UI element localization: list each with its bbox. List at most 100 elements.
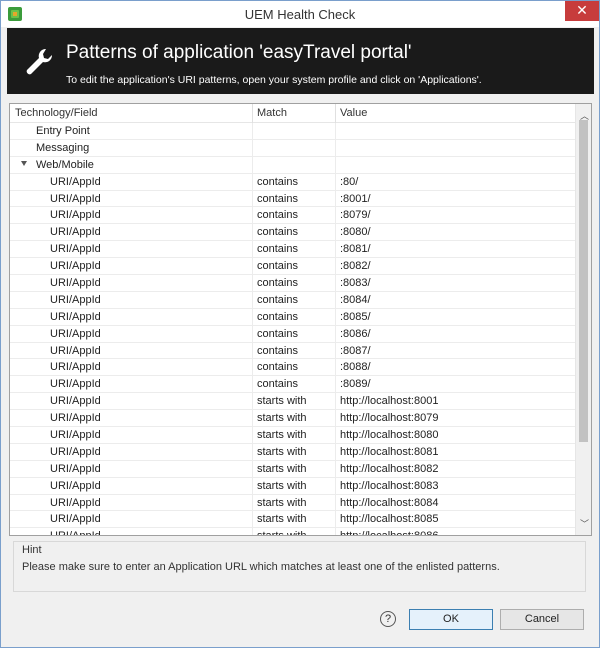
cell-value: http://localhost:8080 <box>340 429 439 442</box>
help-icon[interactable]: ? <box>380 611 396 627</box>
scroll-thumb[interactable] <box>579 120 588 442</box>
table-row[interactable]: URI/AppId contains:8087/ <box>10 342 576 360</box>
scroll-down-arrow-icon[interactable]: ﹀ <box>580 517 589 530</box>
cell-divider <box>335 207 336 224</box>
cell-field: URI/AppId <box>50 293 101 306</box>
table-header: Technology/Field Match Value <box>10 104 576 123</box>
cell-match: contains <box>257 226 298 239</box>
cell-divider <box>335 376 336 393</box>
cell-field: URI/AppId <box>50 277 101 290</box>
cell-value: http://localhost:8084 <box>340 496 439 509</box>
cell-divider <box>335 291 336 308</box>
cell-divider <box>252 410 253 427</box>
table-row[interactable]: URI/AppId starts with http://localhost:807… <box>10 410 576 428</box>
cell-field: URI/AppId <box>50 226 101 239</box>
cell-field: URI/AppId <box>50 344 101 357</box>
cell-divider <box>335 359 336 376</box>
cell-divider <box>252 325 253 342</box>
cell-divider <box>252 494 253 511</box>
cell-field: URI/AppId <box>50 209 101 222</box>
table-row[interactable]: URI/AppId starts with http://localhost:808… <box>10 477 576 495</box>
table-row[interactable]: URI/AppId contains:8001/ <box>10 190 576 208</box>
table-row[interactable]: Messaging <box>10 139 576 157</box>
banner-subtitle: To edit the application's URI patterns, … <box>66 74 482 86</box>
cell-value: :8086/ <box>340 327 371 340</box>
cell-divider <box>252 528 253 535</box>
cell-value: :80/ <box>340 175 359 188</box>
table-row[interactable]: URI/AppId contains:8085/ <box>10 308 576 326</box>
table-row[interactable]: URI/AppId contains:8088/ <box>10 359 576 377</box>
ok-button[interactable]: OK <box>409 609 493 630</box>
cell-divider <box>335 443 336 460</box>
cell-match: contains <box>257 378 298 391</box>
cell-value: :8088/ <box>340 361 371 374</box>
window-title: UEM Health Check <box>244 7 356 22</box>
cell-divider <box>335 494 336 511</box>
vertical-scrollbar[interactable]: ︿ ﹀ <box>575 104 591 535</box>
table-row[interactable]: URI/AppId starts with http://localhost:808… <box>10 494 576 512</box>
cell-divider <box>335 477 336 494</box>
expand-triangle-icon[interactable] <box>21 160 27 166</box>
cell-value: http://localhost:8081 <box>340 445 439 458</box>
cell-divider <box>252 241 253 258</box>
cell-divider <box>335 258 336 275</box>
cell-value: http://localhost:8001 <box>340 395 439 408</box>
banner-title: Patterns of application 'easyTravel port… <box>66 42 412 63</box>
cell-field: URI/AppId <box>50 327 101 340</box>
cell-field: URI/AppId <box>50 260 101 273</box>
cell-divider <box>252 258 253 275</box>
table-row[interactable]: URI/AppId contains:80/ <box>10 173 576 191</box>
table-row[interactable]: URI/AppId contains:8079/ <box>10 207 576 225</box>
column-header-value[interactable]: Value <box>340 107 367 119</box>
cell-match: contains <box>257 310 298 323</box>
table-row[interactable]: URI/AppId contains:8082/ <box>10 258 576 276</box>
cell-divider <box>335 156 336 173</box>
cell-value: http://localhost:8083 <box>340 479 439 492</box>
cell-field: Messaging <box>36 141 90 154</box>
cell-divider <box>335 410 336 427</box>
cell-divider <box>335 173 336 190</box>
cell-divider <box>252 376 253 393</box>
cell-value: http://localhost:8082 <box>340 462 439 475</box>
table-row[interactable]: URI/AppId contains:8086/ <box>10 325 576 343</box>
cell-value: :8079/ <box>340 209 371 222</box>
cell-match: starts with <box>257 530 307 535</box>
table-row[interactable]: URI/AppId contains:8081/ <box>10 241 576 259</box>
cell-value: :8080/ <box>340 226 371 239</box>
cell-divider <box>252 190 253 207</box>
cell-match: contains <box>257 293 298 306</box>
patterns-table[interactable]: Technology/Field Match Value Entry Point… <box>9 103 592 536</box>
table-row[interactable]: URI/AppId starts with http://localhost:808… <box>10 427 576 444</box>
table-row[interactable]: URI/AppId starts with http://localhost:808… <box>10 528 576 535</box>
table-row[interactable]: URI/AppId contains:8083/ <box>10 275 576 292</box>
column-divider[interactable] <box>335 104 336 123</box>
cell-field: URI/AppId <box>50 513 101 526</box>
table-row[interactable]: URI/AppId starts with http://localhost:808… <box>10 511 576 529</box>
table-row[interactable]: Web/Mobile <box>10 156 576 174</box>
cell-value: :8081/ <box>340 243 371 256</box>
cell-value: :8084/ <box>340 293 371 306</box>
cell-divider <box>335 342 336 359</box>
close-button[interactable]: ✕ <box>565 1 599 21</box>
table-row[interactable]: URI/AppId starts with http://localhost:800… <box>10 393 576 411</box>
cell-field: URI/AppId <box>50 175 101 188</box>
table-row[interactable]: URI/AppId contains:8089/ <box>10 376 576 394</box>
table-row[interactable]: URI/AppId starts with http://localhost:808… <box>10 443 576 461</box>
table-row[interactable]: URI/AppId starts with http://localhost:808… <box>10 460 576 478</box>
column-header-match[interactable]: Match <box>257 107 287 119</box>
cell-divider <box>335 325 336 342</box>
cell-divider <box>252 291 253 308</box>
cell-match: contains <box>257 361 298 374</box>
column-header-field[interactable]: Technology/Field <box>15 107 98 119</box>
cell-field: URI/AppId <box>50 429 101 442</box>
cancel-button[interactable]: Cancel <box>500 609 584 630</box>
table-row[interactable]: URI/AppId contains :8084/ <box>10 291 576 309</box>
table-row[interactable]: Entry Point <box>10 123 576 140</box>
cell-divider <box>252 308 253 325</box>
cell-divider <box>335 528 336 535</box>
cell-match: contains <box>257 277 298 290</box>
table-row[interactable]: URI/AppId contains :8080/ <box>10 224 576 242</box>
cell-value: :8089/ <box>340 378 371 391</box>
title-bar[interactable]: UEM Health Check ✕ <box>1 1 599 27</box>
column-divider[interactable] <box>252 104 253 123</box>
